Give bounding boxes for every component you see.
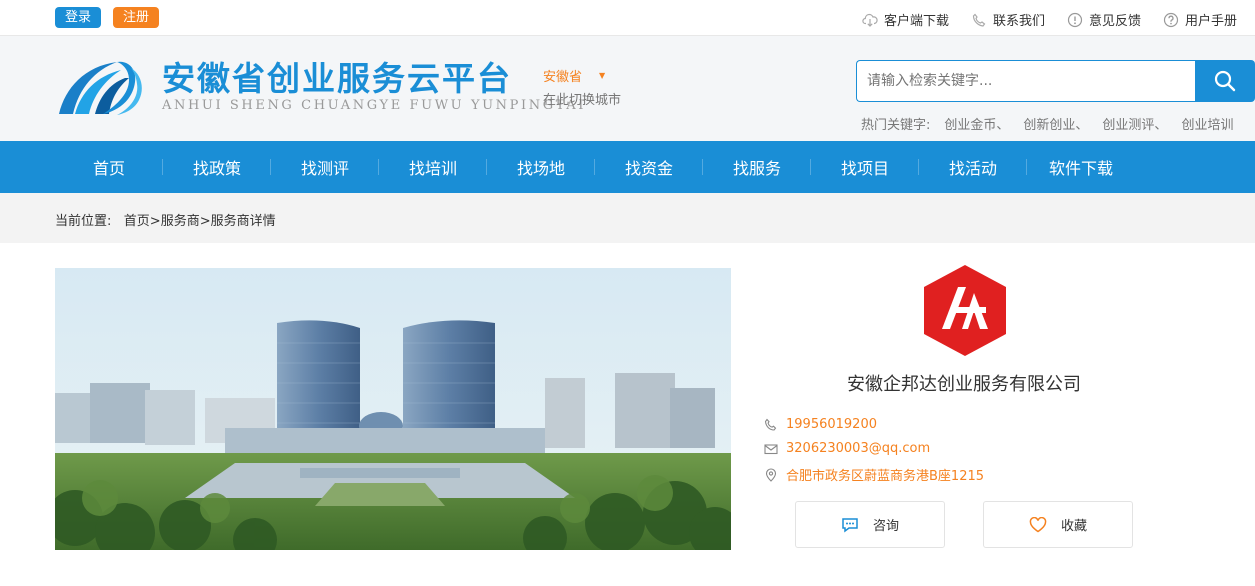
main-nav: 首页 找政策 找测评 找培训 找场地 找资金 找服务 找项目 找活动 软件下载 [0,141,1255,193]
company-email: 3206230003@qq.com [764,441,930,456]
nav-item-training[interactable]: 找培训 [379,141,487,193]
site-logo[interactable] [55,58,147,116]
nav-item-event[interactable]: 找活动 [919,141,1027,193]
mail-icon [764,443,778,454]
phone-value[interactable]: 19956019200 [786,417,877,432]
feedback-link[interactable]: 意见反馈 [1067,10,1141,29]
favorite-label: 收藏 [1060,519,1087,534]
nav-item-venue[interactable]: 找场地 [487,141,595,193]
breadcrumb-label: 当前位置: [55,214,112,229]
address-value: 合肥市政务区蔚蓝商务港B座1215 [786,469,985,484]
breadcrumb-bar: 当前位置: 首页>服务商>服务商详情 [0,193,1255,243]
search-button[interactable] [1195,60,1255,102]
search-input[interactable] [856,60,1196,102]
nav-item-assessment[interactable]: 找测评 [271,141,379,193]
company-name: 安徽企邦达创业服务有限公司 [847,374,1081,395]
company-address: 合肥市政务区蔚蓝商务港B座1215 [764,465,984,484]
help-circle-icon [1163,12,1179,27]
nav-item-software-download[interactable]: 软件下载 [1027,141,1135,193]
site-title: 安徽省创业服务云平台 [162,59,512,98]
client-download-link[interactable]: 客户端下载 [862,10,949,29]
hot-keyword[interactable]: 创业测评、 [1102,114,1167,133]
phone-icon [764,418,777,431]
cloud-download-icon [862,13,878,27]
breadcrumb: 当前位置: 首页>服务商>服务商详情 [55,210,276,229]
hot-keyword[interactable]: 创业培训 [1181,114,1233,133]
city-hint: 在此切换城市 [543,93,622,108]
feedback-label: 意见反馈 [1088,14,1141,29]
hot-keyword[interactable]: 创新创业、 [1023,114,1088,133]
hot-keywords: 热门关键字: 创业金币、 创新创业、 创业测评、 创业培训 [861,114,1233,133]
company-phone: 19956019200 [764,417,877,432]
chat-bubble-icon [842,517,858,532]
breadcrumb-path[interactable]: 首页>服务商>服务商详情 [124,214,276,229]
nav-item-funding[interactable]: 找资金 [595,141,703,193]
consult-label: 咨询 [872,519,899,534]
nav-item-home[interactable]: 首页 [55,141,163,193]
hot-keyword[interactable]: 创业金币、 [944,114,1009,133]
site-header: 安徽省创业服务云平台 ANHUI SHENG CHUANGYE FUWU YUN… [0,36,1255,141]
location-pin-icon [765,467,777,482]
company-photo [55,268,731,550]
register-button[interactable]: 注册 [113,7,160,28]
hot-keywords-label: 热门关键字: [861,118,931,133]
consult-button[interactable]: 咨询 [795,501,945,548]
search-icon [1214,70,1236,92]
city-selector[interactable]: 安徽省 ▼ [543,66,605,85]
login-button[interactable]: 登录 [55,7,102,28]
email-value[interactable]: 3206230003@qq.com [786,441,930,456]
user-manual-label: 用户手册 [1184,14,1237,29]
company-logo [924,265,1006,356]
user-manual-link[interactable]: 用户手册 [1163,10,1237,29]
phone-icon [972,13,986,27]
contact-us-link[interactable]: 联系我们 [971,10,1045,29]
nav-item-policy[interactable]: 找政策 [163,141,271,193]
caret-down-icon: ▼ [599,71,606,80]
contact-us-label: 联系我们 [992,14,1045,29]
top-links: 客户端下载 联系我们 意见反馈 用户手册 [862,10,1237,29]
favorite-button[interactable]: 收藏 [983,501,1133,548]
nav-item-service[interactable]: 找服务 [703,141,811,193]
top-utility-bar: 登录 注册 客户端下载 联系我们 意见反馈 用户手册 [0,0,1255,36]
heart-icon [1029,516,1047,532]
client-download-label: 客户端下载 [883,14,949,29]
site-subtitle: ANHUI SHENG CHUANGYE FUWU YUNPINGTAI [162,98,586,113]
nav-item-project[interactable]: 找项目 [811,141,919,193]
alert-circle-icon [1067,12,1083,27]
city-label: 安徽省 [543,70,583,85]
